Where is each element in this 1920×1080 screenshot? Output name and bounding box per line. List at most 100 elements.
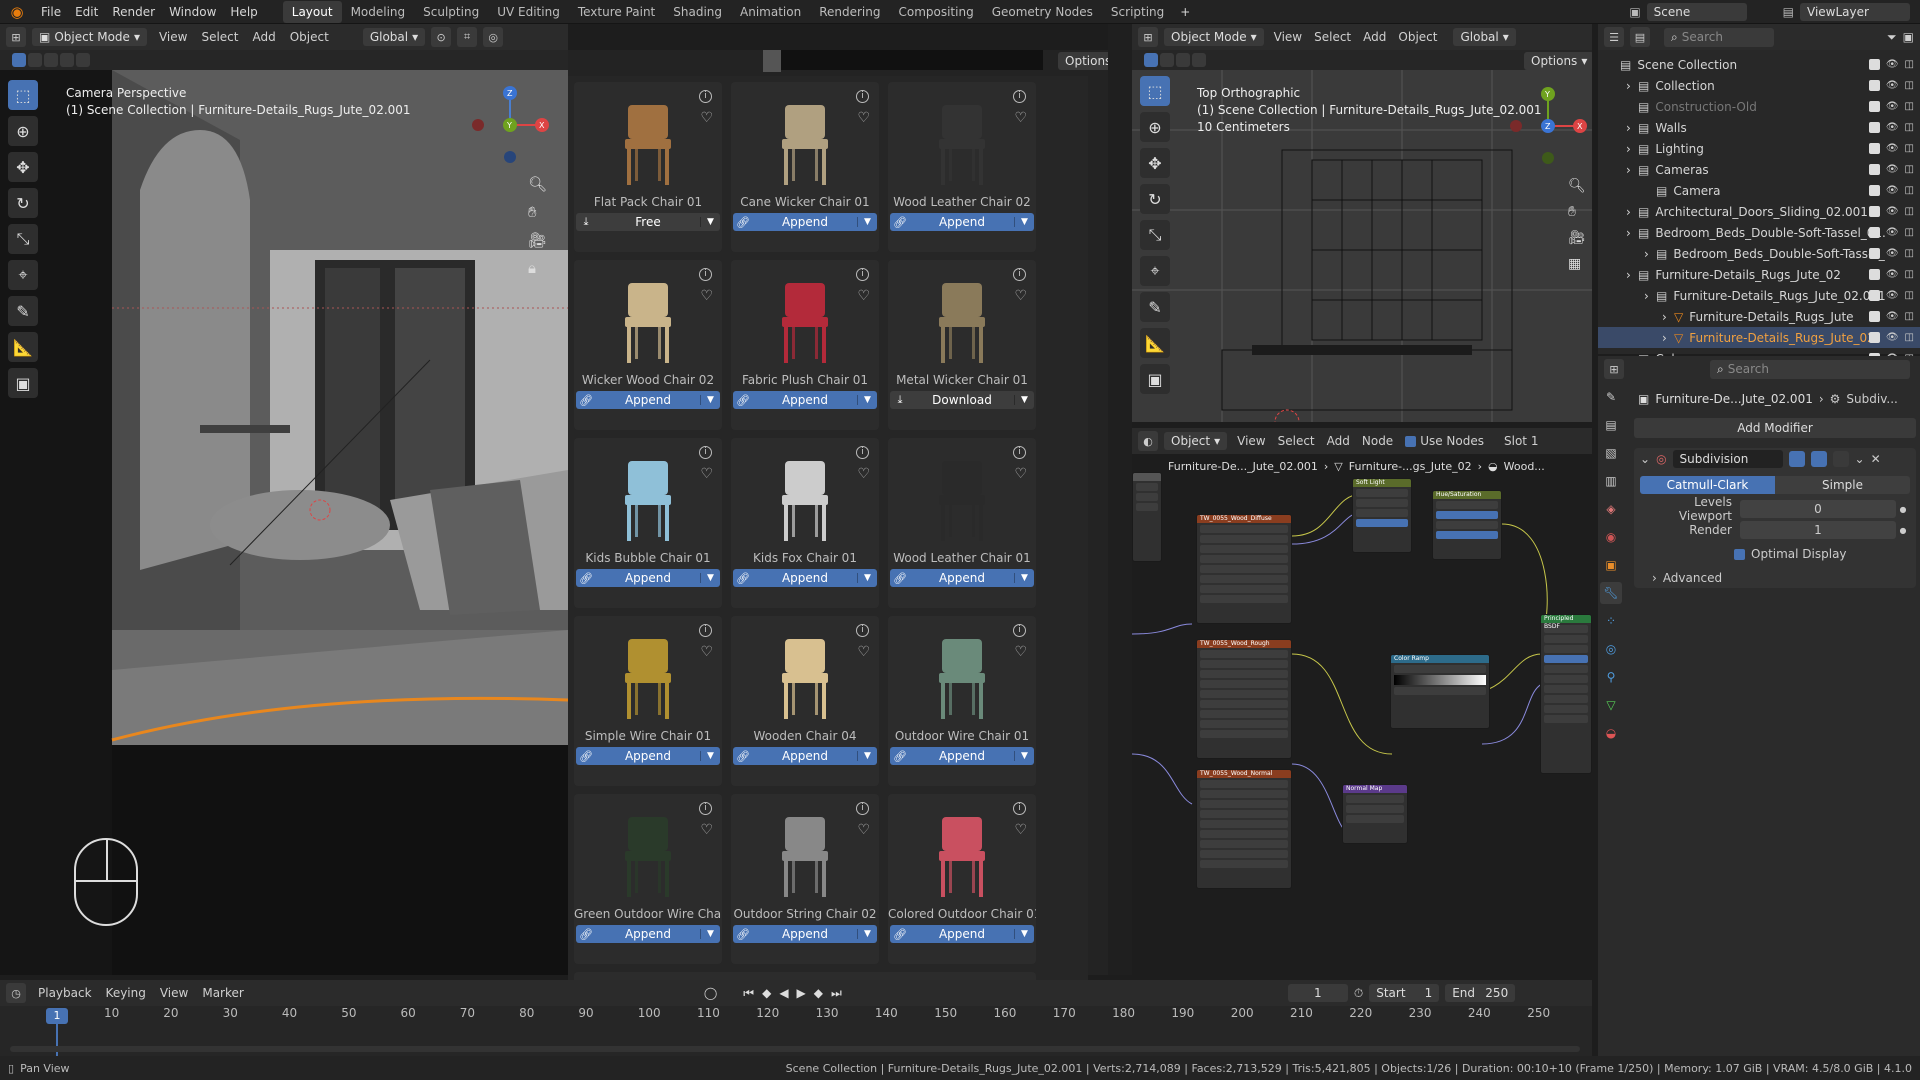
- expand-chevron-icon[interactable]: ›: [1644, 247, 1656, 261]
- asset-card[interactable]: i ♡ Cane Wicker Chair 01 🔗︎ Append ▼: [731, 82, 879, 252]
- right-viewport[interactable]: Options▾ Options▾ ⬚ ⊕ ✥ ↻ ⤡ ⌖ ✎ 📐 ▣ Top …: [1132, 50, 1592, 422]
- timeline-ruler[interactable]: 10 20 30 40 50 60 70 80 90 100 110 120 130 140 150 160 1…: [0, 1006, 1592, 1026]
- eye-icon[interactable]: 👁︎: [1886, 59, 1899, 70]
- outliner-row[interactable]: ▤ Scene Collection 👁︎ ◫: [1598, 54, 1920, 75]
- select-invert-icon[interactable]: [60, 53, 74, 67]
- slot-dropdown[interactable]: Slot 1: [1504, 434, 1538, 448]
- menu-window[interactable]: Window: [162, 0, 223, 24]
- eye-icon[interactable]: 👁︎: [1886, 122, 1899, 133]
- favorite-heart-icon[interactable]: ♡: [1014, 822, 1027, 838]
- filter-icon[interactable]: ⏷: [1887, 30, 1897, 45]
- dropdown-arrow-icon[interactable]: ▼: [857, 929, 877, 939]
- record-icon[interactable]: ◯: [704, 986, 717, 1000]
- exclude-checkbox[interactable]: [1868, 164, 1880, 175]
- levels-viewport-field[interactable]: 0: [1740, 500, 1896, 518]
- header-menu-view[interactable]: View: [160, 986, 188, 1000]
- eye-icon[interactable]: 👁︎: [1886, 332, 1899, 343]
- info-icon[interactable]: i: [856, 802, 869, 815]
- asset-card[interactable]: i ♡ Kids Fox Chair 01 🔗︎ Append ▼: [731, 438, 879, 608]
- info-icon[interactable]: i: [856, 90, 869, 103]
- world-tab-icon[interactable]: ◉: [1600, 526, 1622, 548]
- header-menu-add[interactable]: Add: [1363, 30, 1386, 44]
- asset-card[interactable]: i ♡ Kids Bubble Chair 01 🔗︎ Append ▼: [574, 438, 722, 608]
- camera-render-icon[interactable]: ◫: [1905, 311, 1914, 322]
- favorite-heart-icon[interactable]: ♡: [857, 644, 870, 660]
- dropdown-arrow-icon[interactable]: ▼: [700, 573, 720, 583]
- exclude-checkbox[interactable]: [1868, 80, 1880, 91]
- snap-icon[interactable]: ⌗: [457, 27, 478, 47]
- end-frame-field[interactable]: End 250: [1445, 984, 1516, 1002]
- exclude-checkbox[interactable]: [1868, 311, 1880, 322]
- play-icon[interactable]: ▶: [797, 986, 806, 1001]
- add-modifier-button[interactable]: Add Modifier: [1634, 418, 1916, 438]
- outliner-row[interactable]: › ▤ Cameras 👁︎ ◫: [1598, 159, 1920, 180]
- favorite-heart-icon[interactable]: ♡: [700, 110, 713, 126]
- rotate-tool[interactable]: ↻: [8, 188, 38, 218]
- favorite-heart-icon[interactable]: ♡: [1014, 110, 1027, 126]
- dropdown-arrow-icon[interactable]: ▼: [857, 217, 877, 227]
- next-keyframe-icon[interactable]: ◆: [814, 986, 823, 1001]
- outliner-row[interactable]: ▤ Camera 👁︎ ◫: [1598, 180, 1920, 201]
- asset-card[interactable]: i ♡ Fabric Plush Chair 01 🔗︎ Append ▼: [731, 260, 879, 430]
- camera-render-icon[interactable]: ◫: [1905, 206, 1914, 217]
- select-new-icon[interactable]: [1144, 53, 1158, 67]
- dropdown-arrow-icon[interactable]: ▼: [1014, 217, 1034, 227]
- lock-icon[interactable]: 🔒︎: [528, 259, 547, 277]
- expand-chevron-icon[interactable]: ›: [1626, 205, 1638, 219]
- workspace-tab-geometry-nodes[interactable]: Geometry Nodes: [983, 1, 1102, 23]
- scale-tool[interactable]: ⤡: [8, 224, 38, 254]
- header-menu-select[interactable]: Select: [201, 30, 238, 44]
- exclude-checkbox[interactable]: [1868, 122, 1880, 133]
- favorite-heart-icon[interactable]: ♡: [857, 466, 870, 482]
- menu-edit[interactable]: Edit: [68, 0, 105, 24]
- outliner-row[interactable]: › ▽ Furniture-Details_Rugs_Jute 👁︎ ◫: [1598, 306, 1920, 327]
- exclude-checkbox[interactable]: [1868, 185, 1880, 196]
- eye-icon[interactable]: 👁︎: [1886, 164, 1899, 175]
- annotate-tool[interactable]: ✎: [8, 296, 38, 326]
- pan-hand-icon[interactable]: ✋︎: [528, 203, 547, 221]
- pivot-icon[interactable]: ⊙: [431, 27, 452, 47]
- transform-tool[interactable]: ⌖: [1140, 256, 1170, 286]
- close-icon[interactable]: ✕: [1871, 452, 1881, 466]
- header-menu-add[interactable]: Add: [252, 30, 275, 44]
- header-menu-object[interactable]: Object: [290, 30, 329, 44]
- asset-action-button[interactable]: 🔗︎ Append ▼: [733, 391, 877, 409]
- play-reverse-icon[interactable]: ◀: [779, 986, 788, 1001]
- node-editor[interactable]: Furniture-De..._Jute_02.001 › ▽ Furniture-…: [1132, 454, 1592, 975]
- exclude-checkbox[interactable]: [1868, 248, 1880, 259]
- asset-card[interactable]: i ♡ Flat Pack Chair 01 ⤓ Free ▼: [574, 82, 722, 252]
- favorite-heart-icon[interactable]: ♡: [1014, 466, 1027, 482]
- mode-dropdown[interactable]: ▣ Object Mode ▾: [32, 28, 147, 46]
- outliner-row[interactable]: › ▤ Bedroom_Beds_Double-Soft-Tassel_ 👁︎ ◫: [1598, 243, 1920, 264]
- eye-icon[interactable]: 👁︎: [1886, 143, 1899, 154]
- simple-button[interactable]: Simple: [1775, 476, 1910, 494]
- select-intersect-icon[interactable]: [76, 53, 90, 67]
- camera-render-icon[interactable]: ◫: [1905, 59, 1914, 70]
- viewport-toggle-icon[interactable]: [1810, 451, 1827, 467]
- camera-render-icon[interactable]: ◫: [1905, 332, 1914, 343]
- transform-orientation-dropdown[interactable]: Global ▾: [362, 28, 426, 46]
- advanced-subpanel[interactable]: › Advanced: [1652, 571, 1910, 585]
- editor-type-icon[interactable]: ⊞: [6, 27, 26, 47]
- scene-icon[interactable]: ▣: [1629, 5, 1640, 19]
- camera-render-icon[interactable]: ◫: [1905, 269, 1914, 280]
- particles-tab-icon[interactable]: ⁘: [1600, 610, 1622, 632]
- outliner-row[interactable]: › ▤ Furniture-Details_Rugs_Jute_02 👁︎ ◫: [1598, 264, 1920, 285]
- asset-action-button[interactable]: 🔗︎ Append ▼: [733, 925, 877, 943]
- favorite-heart-icon[interactable]: ♡: [700, 288, 713, 304]
- outliner-row[interactable]: › ▤ Collection 👁︎ ◫: [1598, 75, 1920, 96]
- eye-icon[interactable]: 👁︎: [1886, 290, 1899, 301]
- favorite-heart-icon[interactable]: ♡: [1014, 288, 1027, 304]
- outliner-row[interactable]: › ▤ Lighting 👁︎ ◫: [1598, 138, 1920, 159]
- asset-card[interactable]: i ♡ Outdoor Wire Chair 01 🔗︎ Append ▼: [888, 616, 1036, 786]
- transform-tool[interactable]: ⌖: [8, 260, 38, 290]
- output-tab-icon[interactable]: ▧: [1600, 442, 1622, 464]
- data-tab-icon[interactable]: ▽: [1600, 694, 1622, 716]
- info-icon[interactable]: i: [1013, 446, 1026, 459]
- dropdown-arrow-icon[interactable]: ▼: [857, 751, 877, 761]
- info-icon[interactable]: i: [699, 90, 712, 103]
- view-layer-tab-icon[interactable]: ▥: [1600, 470, 1622, 492]
- asset-action-button[interactable]: 🔗︎ Append ▼: [733, 213, 877, 231]
- camera-render-icon[interactable]: ◫: [1905, 80, 1914, 91]
- view-layer-selector[interactable]: ViewLayer: [1800, 2, 1910, 21]
